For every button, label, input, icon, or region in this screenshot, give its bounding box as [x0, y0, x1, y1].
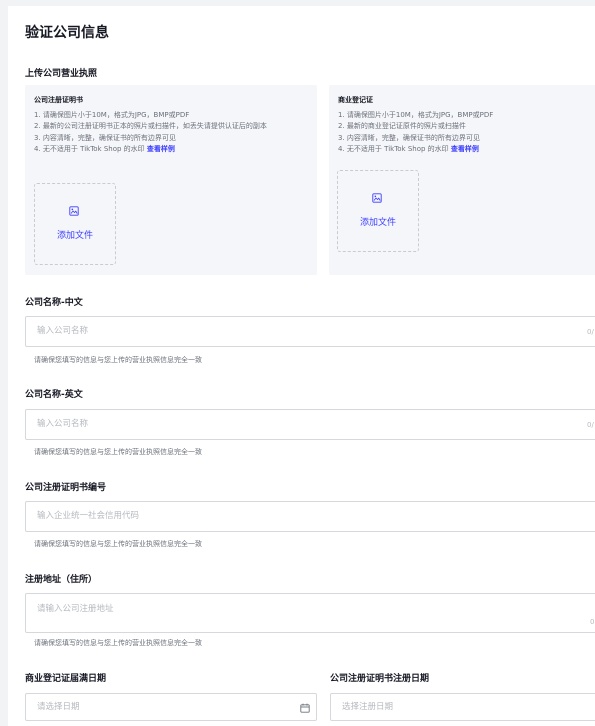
rule-item: 3. 内容清晰，完整，确保证书的所有边界可见	[338, 133, 480, 142]
registration-number-label: 公司注册证明书编号	[25, 483, 107, 493]
ci-registration-date-picker[interactable]: 选择注册日期	[330, 693, 595, 721]
registered-address-textarea[interactable]: 请输入公司注册地址	[25, 593, 595, 633]
rule-item: 2. 最新的公司注册证明书正本的照片或扫描件，如丢失请提供认证后的副本	[34, 122, 267, 131]
panel-title: 商业登记证	[338, 96, 373, 104]
company-name-cn-label: 公司名称-中文	[25, 298, 83, 308]
ci-registration-date-label: 公司注册证明书注册日期	[330, 674, 430, 684]
certificate-of-incorporation-panel: 公司注册证明书 1. 请确保图片小于10M，格式为JPG，BMP或PDF 2. …	[25, 85, 317, 275]
image-icon	[372, 193, 382, 203]
company-name-cn-input[interactable]: 输入公司名称	[25, 316, 595, 347]
field-hint: 请确保您填写的信息与您上传的营业执照信息完全一致	[34, 356, 202, 364]
rule-item: 1. 请确保图片小于10M，格式为JPG，BMP或PDF	[338, 111, 494, 119]
business-registration-panel: 商业登记证 1. 请确保图片小于10M，格式为JPG，BMP或PDF 2. 最新…	[329, 85, 595, 275]
rule-text: 4. 无不适用于 TikTok Shop 的水印	[338, 144, 449, 153]
field-hint: 请确保您填写的信息与您上传的营业执照信息完全一致	[34, 448, 202, 456]
upload-rules: 1. 请确保图片小于10M，格式为JPG，BMP或PDF 2. 最新的公司注册证…	[34, 110, 316, 155]
date-placeholder: 选择注册日期	[342, 702, 394, 712]
view-sample-link[interactable]: 查看样例	[451, 145, 479, 153]
upload-section-title: 上传公司营业执照	[25, 69, 98, 79]
add-file-label: 添加文件	[359, 218, 396, 228]
char-counter: 0/	[587, 421, 594, 429]
rule-item: 4. 无不适用于 TikTok Shop 的水印 查看样例	[338, 144, 595, 155]
calendar-icon	[300, 703, 310, 713]
br-expiry-date-picker[interactable]: 请选择日期	[25, 693, 317, 721]
field-hint: 请确保您填写的信息与您上传的营业执照信息完全一致	[34, 540, 202, 548]
char-counter: 0	[590, 618, 595, 626]
add-file-label: 添加文件	[56, 231, 93, 241]
add-file-dropzone[interactable]: 添加文件	[337, 170, 419, 252]
rule-item: 4. 无不适用于 TikTok Shop 的水印 查看样例	[34, 144, 316, 155]
add-file-dropzone[interactable]: 添加文件	[34, 183, 116, 265]
rule-text: 4. 无不适用于 TikTok Shop 的水印	[34, 144, 145, 153]
company-name-en-input[interactable]: 输入公司名称	[25, 409, 595, 440]
rule-item: 1. 请确保图片小于10M，格式为JPG，BMP或PDF	[34, 111, 190, 119]
registered-address-label: 注册地址（住所）	[25, 575, 98, 585]
page-title: 验证公司信息	[25, 25, 109, 41]
company-name-en-label: 公司名称-英文	[25, 390, 83, 400]
view-sample-link[interactable]: 查看样例	[147, 145, 175, 153]
image-icon	[69, 206, 79, 216]
char-counter: 0/	[587, 328, 594, 336]
panel-title: 公司注册证明书	[34, 96, 83, 104]
field-hint: 请确保您填写的信息与您上传的营业执照信息完全一致	[34, 639, 202, 647]
registration-number-input[interactable]: 输入企业统一社会信用代码	[25, 501, 595, 532]
date-placeholder: 请选择日期	[37, 702, 80, 712]
rule-item: 2. 最新的商业登记证原件的照片或扫描件	[338, 122, 466, 131]
rule-item: 3. 内容清晰，完整，确保证书的所有边界可见	[34, 133, 176, 142]
upload-rules: 1. 请确保图片小于10M，格式为JPG，BMP或PDF 2. 最新的商业登记证…	[338, 110, 595, 155]
br-expiry-date-label: 商业登记证届满日期	[25, 674, 107, 684]
